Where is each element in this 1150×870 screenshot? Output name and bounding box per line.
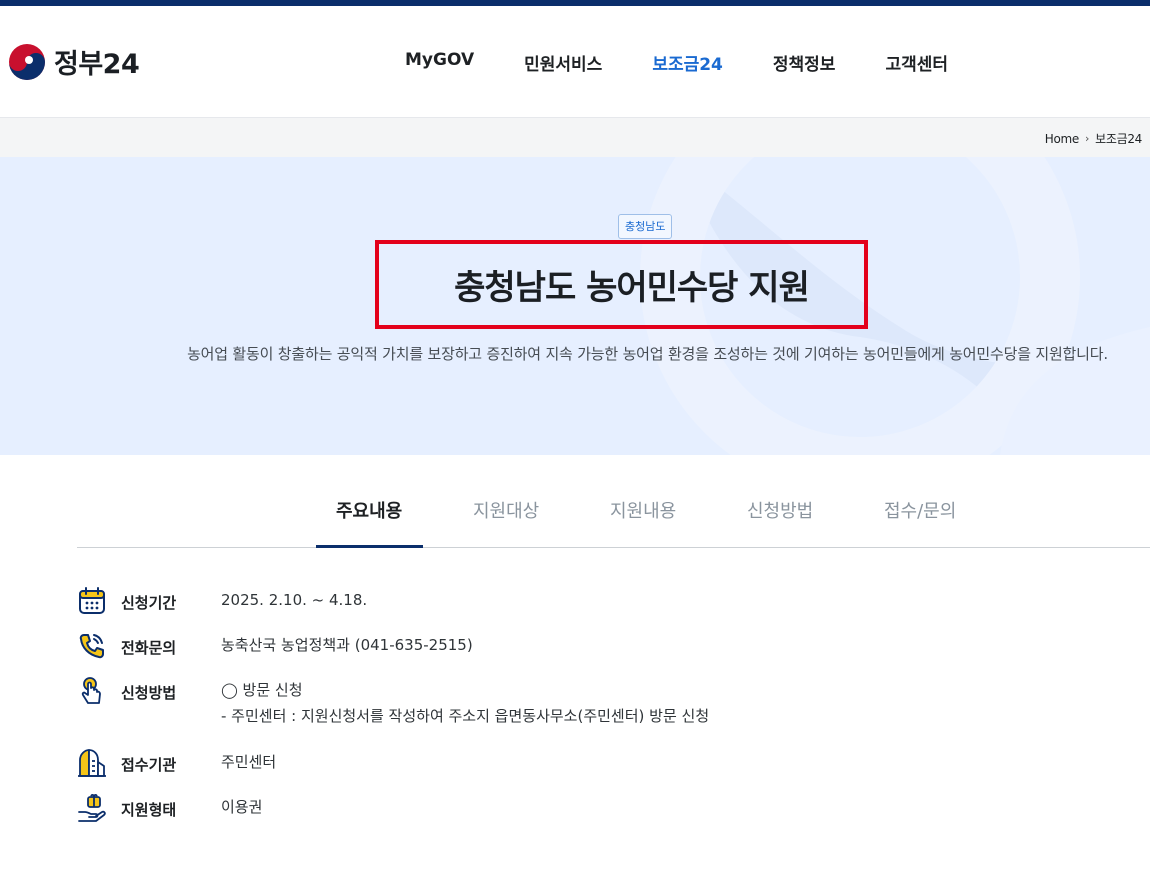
nav-item-mygov[interactable]: MyGOV (405, 50, 474, 75)
period-value: 2025. 2.10. ~ 4.18. (221, 591, 368, 609)
main-navigation: MyGOV 민원서비스 보조금24 정책정보 고객센터 (405, 50, 998, 75)
hero-section: 충청남도 충청남도 농어민수당 지원 농어업 활동이 창출하는 공익적 가치를 … (0, 157, 1150, 455)
detail-row-type: 지원형태 이용권 (77, 793, 262, 823)
nav-item-civil-services[interactable]: 민원서비스 (524, 50, 602, 75)
chevron-right-icon: › (1085, 132, 1090, 145)
type-label: 지원형태 (121, 801, 177, 819)
office-label: 접수기관 (121, 756, 177, 774)
active-tab-indicator (316, 545, 423, 548)
logo-text: 정부24 (54, 49, 140, 80)
phone-label: 전화문의 (121, 639, 177, 657)
hand-pointer-icon (77, 676, 107, 706)
detail-row-period: 신청기간 2025. 2.10. ~ 4.18. (77, 586, 367, 616)
content-tabs: 주요내용 지원대상 지원내용 신청방법 접수/문의 (77, 455, 1150, 548)
tab-support-details[interactable]: 지원내용 (610, 497, 676, 523)
page-description: 농어업 활동이 창출하는 공익적 가치를 보장하고 증진하여 지속 가능한 농어… (187, 345, 1108, 363)
nav-item-policy-info[interactable]: 정책정보 (773, 50, 836, 75)
method-value: ◯ 방문 신청 - 주민센터 : 지원신청서를 작성하여 주소지 읍면동사무소(… (221, 677, 709, 729)
tab-eligibility[interactable]: 지원대상 (473, 497, 539, 523)
method-label: 신청방법 (121, 684, 177, 702)
building-icon (77, 748, 107, 778)
nav-item-subsidy24[interactable]: 보조금24 (652, 50, 723, 75)
page-title: 충청남도 농어민수당 지원 (454, 268, 810, 308)
tab-contact[interactable]: 접수/문의 (884, 497, 956, 523)
detail-row-phone: 전화문의 농축산국 농업정책과 (041-635-2515) (77, 631, 473, 661)
site-logo[interactable]: 정부24 (8, 42, 140, 81)
breadcrumb-bar: Home › 보조금24 (0, 118, 1150, 157)
method-value-line2: - 주민센터 : 지원신청서를 작성하여 주소지 읍면동사무소(주민센터) 방문… (221, 707, 710, 725)
phone-icon (77, 631, 107, 661)
method-value-line1: ◯ 방문 신청 (221, 681, 303, 699)
region-badge: 충청남도 (618, 214, 673, 239)
site-header: 정부24 MyGOV 민원서비스 보조금24 정책정보 고객센터 (0, 6, 1150, 118)
phone-value: 농축산국 농업정책과 (041-635-2515) (221, 636, 473, 654)
period-label: 신청기간 (121, 594, 177, 612)
title-highlight-box: 충청남도 농어민수당 지원 (375, 240, 868, 329)
detail-row-method: 신청방법 ◯ 방문 신청 - 주민센터 : 지원신청서를 작성하여 주소지 읍면… (77, 676, 709, 725)
type-value: 이용권 (221, 798, 263, 816)
hand-gift-icon (77, 793, 107, 823)
detail-row-office: 접수기관 주민센터 (77, 748, 276, 778)
breadcrumb-home[interactable]: Home (1045, 132, 1080, 146)
office-value: 주민센터 (221, 753, 277, 771)
tab-application-method[interactable]: 신청방법 (747, 497, 813, 523)
tab-main-content[interactable]: 주요내용 (336, 497, 402, 523)
breadcrumb-current[interactable]: 보조금24 (1095, 130, 1142, 147)
taegeuk-logo-icon (9, 43, 45, 80)
nav-item-customer-center[interactable]: 고객센터 (885, 50, 948, 75)
breadcrumb: Home › 보조금24 (1045, 130, 1143, 147)
calendar-icon (77, 586, 107, 616)
